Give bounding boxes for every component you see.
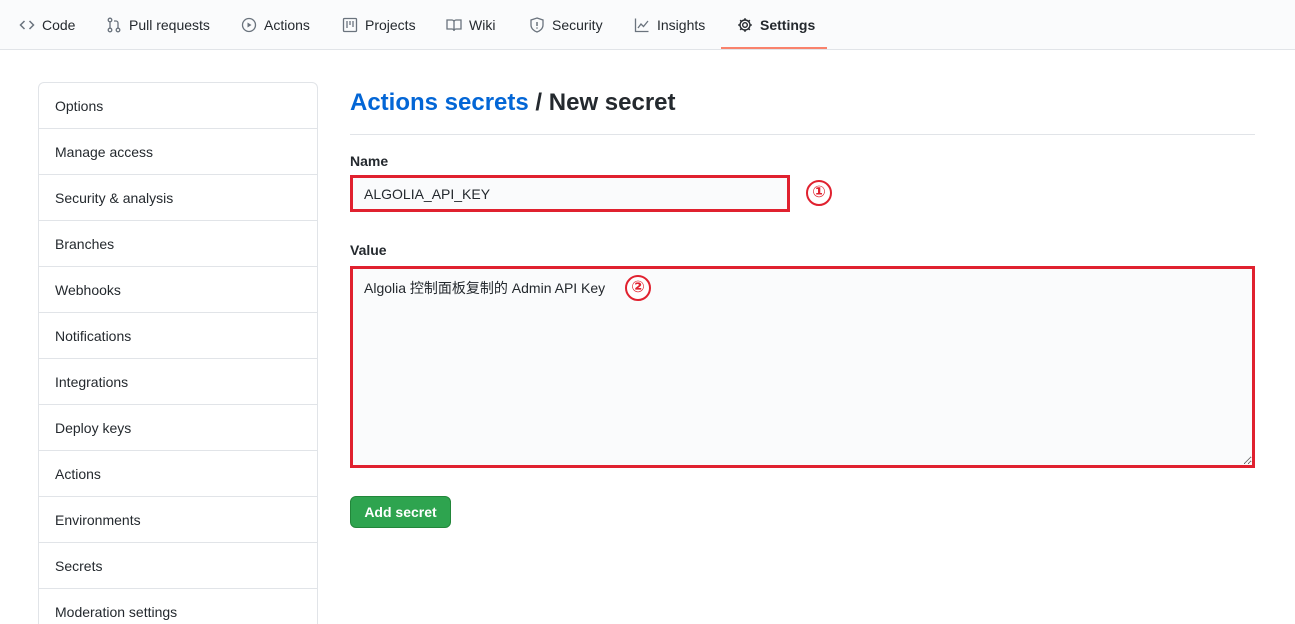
value-label: Value bbox=[350, 242, 387, 258]
tab-label: Actions bbox=[264, 17, 310, 33]
tab-label: Settings bbox=[760, 17, 816, 33]
add-secret-button[interactable]: Add secret bbox=[350, 496, 451, 528]
annotation-badge-1: ① bbox=[806, 180, 832, 206]
secret-value-textarea[interactable]: Algolia 控制面板复制的 Admin API Key bbox=[350, 266, 1255, 468]
active-tab-indicator bbox=[721, 47, 827, 49]
tab-label: Security bbox=[552, 17, 603, 33]
tab-label: Code bbox=[42, 17, 76, 33]
project-icon bbox=[342, 17, 358, 33]
tab-label: Projects bbox=[365, 17, 416, 33]
shield-icon bbox=[529, 17, 545, 33]
pull-request-icon bbox=[106, 17, 122, 33]
tab-pull-requests[interactable]: Pull requests bbox=[106, 0, 210, 50]
gear-icon bbox=[737, 17, 753, 33]
sidebar-item-deploy-keys[interactable]: Deploy keys bbox=[39, 405, 317, 451]
tab-actions[interactable]: Actions bbox=[241, 0, 310, 50]
divider bbox=[350, 134, 1255, 135]
annotation-badge-2: ② bbox=[625, 275, 651, 301]
sidebar-item-secrets[interactable]: Secrets bbox=[39, 543, 317, 589]
tab-code[interactable]: Code bbox=[19, 0, 75, 50]
sidebar-item-integrations[interactable]: Integrations bbox=[39, 359, 317, 405]
play-icon bbox=[241, 17, 257, 33]
tab-label: Pull requests bbox=[129, 17, 210, 33]
tab-label: Wiki bbox=[469, 17, 496, 33]
breadcrumb-current: New secret bbox=[548, 89, 676, 116]
secret-name-input[interactable] bbox=[350, 175, 790, 212]
tab-settings[interactable]: Settings bbox=[737, 0, 815, 50]
sidebar-item-webhooks[interactable]: Webhooks bbox=[39, 267, 317, 313]
sidebar-item-moderation-settings[interactable]: Moderation settings bbox=[39, 589, 317, 624]
repo-nav: Code Pull requests Actions Projects Wiki… bbox=[0, 0, 1295, 50]
tab-insights[interactable]: Insights bbox=[634, 0, 705, 50]
tab-wiki[interactable]: Wiki bbox=[446, 0, 495, 50]
tab-projects[interactable]: Projects bbox=[342, 0, 416, 50]
sidebar-item-notifications[interactable]: Notifications bbox=[39, 313, 317, 359]
sidebar-item-security-analysis[interactable]: Security & analysis bbox=[39, 175, 317, 221]
breadcrumb-actions-secrets-link[interactable]: Actions secrets bbox=[350, 89, 529, 116]
graph-icon bbox=[634, 17, 650, 33]
sidebar-item-actions[interactable]: Actions bbox=[39, 451, 317, 497]
sidebar-item-manage-access[interactable]: Manage access bbox=[39, 129, 317, 175]
code-icon bbox=[19, 17, 35, 33]
sidebar-item-environments[interactable]: Environments bbox=[39, 497, 317, 543]
settings-sidebar: Options Manage access Security & analysi… bbox=[38, 82, 318, 624]
page-title: Actions secrets / New secret bbox=[350, 88, 676, 118]
sidebar-item-options[interactable]: Options bbox=[39, 83, 317, 129]
breadcrumb-separator: / bbox=[535, 89, 543, 116]
sidebar-item-branches[interactable]: Branches bbox=[39, 221, 317, 267]
name-label: Name bbox=[350, 153, 389, 169]
tab-label: Insights bbox=[657, 17, 706, 33]
book-icon bbox=[446, 17, 462, 33]
tab-security[interactable]: Security bbox=[529, 0, 603, 50]
